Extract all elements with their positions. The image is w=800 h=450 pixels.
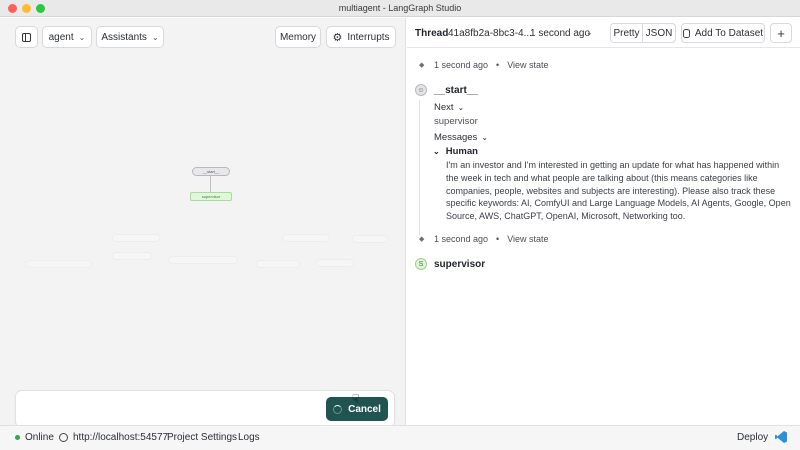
- window-title: multiagent - LangGraph Studio: [338, 3, 462, 13]
- node-name: __start__: [434, 84, 478, 96]
- graph-node-inactive[interactable]: [282, 234, 330, 242]
- deploy-link[interactable]: Deploy: [737, 432, 768, 443]
- graph-node-inactive[interactable]: [112, 234, 160, 242]
- sidebar-toggle-button[interactable]: [15, 26, 38, 48]
- interrupts-label: Interrupts: [347, 31, 390, 43]
- graph-select[interactable]: agent ⌄: [42, 26, 92, 48]
- thread-header: Thread 41a8fb2a-8bc3-4... 1 second ago ⌄…: [407, 18, 800, 48]
- graph-panel: agent ⌄ Assistants ⌄ Memory ⚙ Interrupts…: [0, 18, 406, 428]
- graph-node-inactive[interactable]: [256, 260, 300, 268]
- vscode-icon[interactable]: [775, 431, 787, 443]
- supervisor-avatar: S: [415, 258, 427, 270]
- memory-button[interactable]: Memory: [275, 26, 321, 48]
- database-icon: [682, 28, 690, 38]
- timeline-step-meta: ◆ 1 second ago • View state: [419, 234, 549, 244]
- server-url[interactable]: http://localhost:54577: [59, 432, 168, 443]
- logs-link[interactable]: Logs: [238, 432, 260, 443]
- thread-label: Thread: [415, 28, 449, 39]
- step-diamond-icon: ◆: [419, 236, 425, 243]
- view-state-link[interactable]: View state: [507, 60, 548, 70]
- messages-label: Messages: [434, 132, 478, 143]
- timeline-node-supervisor[interactable]: S supervisor: [415, 258, 485, 270]
- chevron-down-icon: ⌄: [151, 32, 159, 42]
- step-time: 1 second ago: [434, 60, 489, 70]
- chevron-down-icon: ⌄: [433, 147, 440, 156]
- interrupts-button[interactable]: ⚙ Interrupts: [326, 26, 396, 48]
- graph-canvas[interactable]: __start__ supervisor: [20, 158, 400, 278]
- next-toggle[interactable]: Next ⌄: [434, 102, 464, 113]
- online-status-icon: [15, 435, 20, 440]
- graph-node-inactive[interactable]: [168, 256, 238, 264]
- add-to-dataset-button[interactable]: Add To Dataset: [681, 23, 765, 43]
- graph-select-value: agent: [48, 31, 74, 43]
- status-text: Online: [25, 432, 54, 443]
- messages-toggle[interactable]: Messages ⌄: [434, 132, 488, 143]
- thread-panel: Thread 41a8fb2a-8bc3-4... 1 second ago ⌄…: [407, 18, 800, 425]
- step-diamond-icon: ◆: [419, 62, 425, 69]
- graph-node-inactive[interactable]: [352, 235, 388, 243]
- user-icon: ☺: [415, 84, 427, 96]
- new-thread-button[interactable]: +: [770, 23, 792, 43]
- timeline-step-meta: ◆ 1 second ago • View state: [419, 60, 549, 70]
- view-state-link[interactable]: View state: [507, 234, 548, 244]
- graph-node-start[interactable]: __start__: [192, 167, 230, 176]
- chevron-down-icon[interactable]: ⌄: [586, 28, 593, 37]
- message-content: I'm an investor and I'm interested in ge…: [446, 160, 791, 222]
- graph-node-inactive[interactable]: [316, 259, 354, 267]
- chat-input-box[interactable]: Cancel: [15, 390, 395, 428]
- message-role-toggle[interactable]: ⌄ Human: [433, 146, 478, 157]
- chevron-down-icon: ⌄: [457, 103, 465, 112]
- chevron-down-icon: ⌄: [78, 32, 86, 42]
- view-json-toggle[interactable]: JSON: [642, 23, 676, 43]
- separator-dot: •: [496, 234, 500, 244]
- globe-icon: [59, 433, 68, 442]
- assistants-label: Assistants: [101, 31, 147, 43]
- loading-spinner-icon: [333, 404, 343, 414]
- message-role: Human: [445, 146, 478, 157]
- add-to-dataset-label: Add To Dataset: [694, 27, 764, 39]
- title-bar: multiagent - LangGraph Studio: [0, 0, 800, 17]
- thread-id[interactable]: 41a8fb2a-8bc3-4...: [448, 28, 532, 39]
- chevron-down-icon: ⌄: [481, 133, 489, 142]
- server-url-text: http://localhost:54577: [73, 432, 169, 443]
- step-time: 1 second ago: [434, 234, 489, 244]
- next-value: supervisor: [434, 116, 478, 127]
- node-name: supervisor: [434, 258, 486, 270]
- timeline-line: [419, 100, 420, 235]
- status-bar: Online http://localhost:54577 Project Se…: [0, 425, 800, 450]
- app-window: multiagent - LangGraph Studio agent ⌄ As…: [0, 0, 800, 450]
- separator-dot: •: [496, 60, 500, 70]
- project-settings-link[interactable]: Project Settings: [167, 432, 237, 443]
- assistants-dropdown[interactable]: Assistants ⌄: [96, 26, 164, 48]
- sidebar-icon: [22, 32, 31, 42]
- view-pretty-toggle[interactable]: Pretty: [610, 23, 643, 43]
- mouse-cursor-icon: ☟: [352, 392, 360, 406]
- connection-status: Online: [15, 432, 54, 443]
- graph-node-supervisor[interactable]: supervisor: [190, 192, 232, 201]
- thread-time: 1 second ago: [530, 28, 591, 39]
- graph-node-inactive[interactable]: [26, 260, 92, 268]
- bug-icon: ⚙: [332, 31, 343, 44]
- memory-label: Memory: [279, 31, 317, 43]
- graph-edge: [210, 176, 211, 192]
- timeline-node-start[interactable]: ☺ __start__: [415, 84, 478, 96]
- next-label: Next: [434, 102, 454, 113]
- graph-node-inactive[interactable]: [112, 252, 152, 260]
